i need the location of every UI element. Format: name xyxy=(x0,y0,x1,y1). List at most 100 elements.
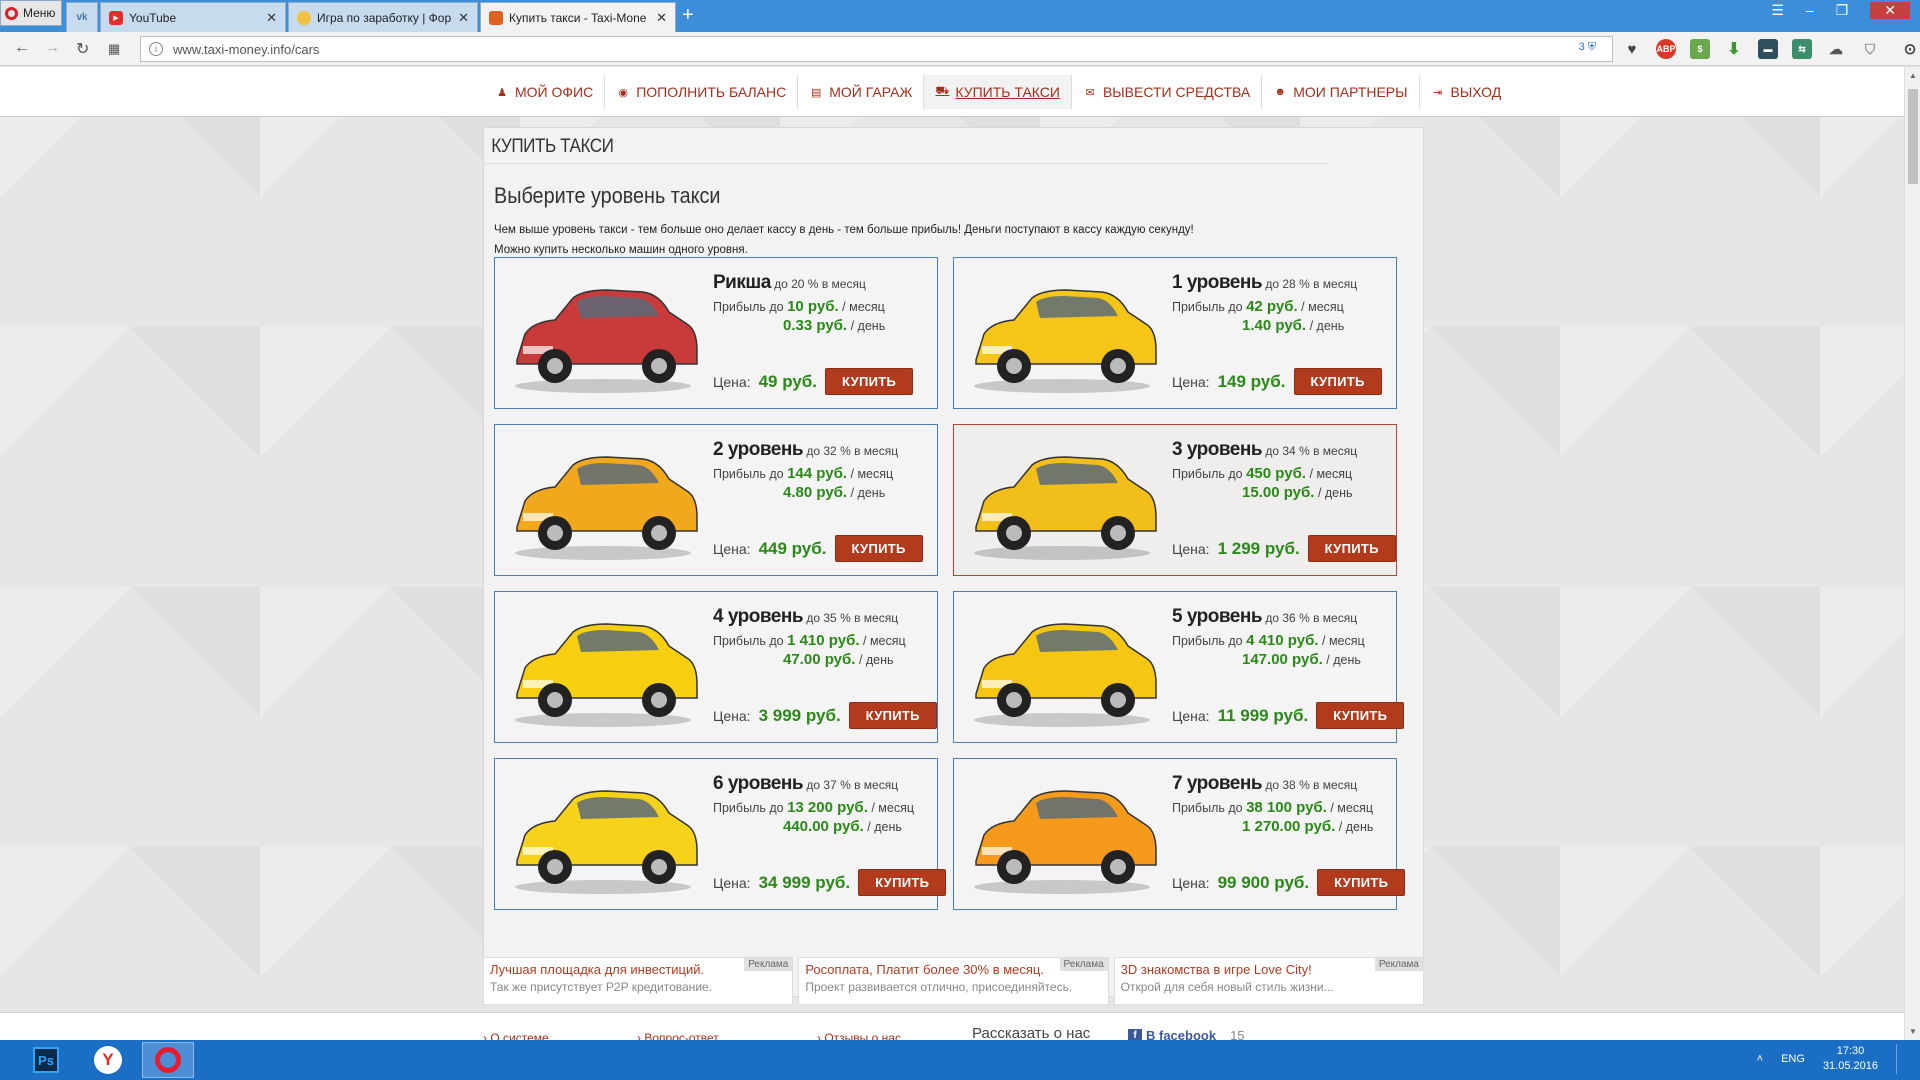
tab-game[interactable]: Игра по заработку | Фор ✕ xyxy=(288,2,478,32)
profit-month: 450 руб. xyxy=(1246,465,1307,482)
per-month-label: в месяц xyxy=(854,611,899,625)
language-indicator[interactable]: ENG xyxy=(1781,1053,1805,1065)
nav-my-office[interactable]: ♟ МОЙ ОФИС xyxy=(484,75,606,109)
close-icon[interactable]: ✕ xyxy=(266,10,277,26)
ad-item[interactable]: Реклама Росоплата, Платит более 30% в ме… xyxy=(798,957,1109,1005)
profit-day: 47.00 руб. xyxy=(783,651,856,668)
extension-icons: ♥ ABP $ ⬇ ▬ ⇆ ☁ ⛉ ⊙ xyxy=(1622,39,1920,59)
ad-item[interactable]: Реклама 3D знакомства в игре Love City! … xyxy=(1113,957,1424,1005)
reload-icon[interactable]: ↻ xyxy=(76,39,89,59)
share-heading: Рассказать о нас xyxy=(972,1025,1091,1040)
show-desktop-button[interactable] xyxy=(1896,1044,1902,1074)
buy-button[interactable]: КУПИТЬ xyxy=(848,702,937,729)
site-info-icon[interactable]: i xyxy=(149,42,163,56)
nav-buy-taxi[interactable]: ⛟ КУПИТЬ ТАКСИ xyxy=(924,75,1072,109)
ad-item[interactable]: Реклама Лучшая площадка для инвестиций. … xyxy=(483,957,794,1005)
tab-vk[interactable]: vk xyxy=(66,2,98,32)
shield-icon[interactable]: ⛉ xyxy=(1860,39,1880,59)
page-description: Чем выше уровень такси - тем больше оно … xyxy=(494,220,1194,260)
taxi-card: 3 уровень до 34 % в месяц Прибыль до 450… xyxy=(953,424,1397,576)
facebook-icon: f xyxy=(1128,1028,1142,1040)
browser-menu-button[interactable]: Меню xyxy=(0,0,62,26)
ad-block: Реклама Лучшая площадка для инвестиций. … xyxy=(483,957,1424,1005)
minimize-icon[interactable]: – xyxy=(1806,2,1814,19)
facebook-share-button[interactable]: f В facebook 15 xyxy=(1128,1028,1245,1040)
address-bar[interactable]: i www.taxi-money.info/cars 3 ⛨ xyxy=(140,36,1613,62)
new-tab-button[interactable]: + xyxy=(682,4,694,27)
window-close-icon[interactable]: ✕ xyxy=(1870,2,1910,19)
speed-dial-icon[interactable]: ▦ xyxy=(108,41,120,57)
per-month-label: в месяц xyxy=(854,444,899,458)
taskbar-yandex[interactable]: Y xyxy=(82,1042,134,1078)
ad-title[interactable]: Росоплата, Платит более 30% в месяц. xyxy=(805,962,1101,977)
adblock-shield-icon[interactable]: 3 ⛨ xyxy=(1579,41,1596,54)
price-label: Цена: xyxy=(1172,874,1210,891)
buy-button[interactable]: КУПИТЬ xyxy=(858,869,947,896)
per-day-label: / день xyxy=(850,486,886,500)
yandex-browser-icon: Y xyxy=(94,1046,122,1074)
footer-link-reviews[interactable]: › Отзывы о нас xyxy=(817,1031,901,1040)
clock[interactable]: 17:30 31.05.2016 xyxy=(1823,1044,1878,1074)
money-extension-icon[interactable]: $ xyxy=(1690,39,1710,59)
vpn-icon[interactable]: ☁ xyxy=(1826,39,1846,59)
buy-button[interactable]: КУПИТЬ xyxy=(1293,368,1382,395)
abp-icon[interactable]: ABP xyxy=(1656,39,1676,59)
downloads-panel-icon[interactable]: ⊙ xyxy=(1900,39,1920,59)
opera-icon xyxy=(155,1047,181,1073)
partners-icon: ☻ xyxy=(1274,86,1286,98)
wallet-icon[interactable]: ▬ xyxy=(1758,39,1778,59)
tab-menu-icon[interactable]: ☰ xyxy=(1771,2,1784,19)
profit-prefix: Прибыль до xyxy=(713,801,784,815)
profit-prefix: Прибыль до xyxy=(1172,634,1243,648)
per-month-short: / месяц xyxy=(871,801,915,815)
ad-text: Проект развивается отлично, присоединяйт… xyxy=(805,980,1073,994)
buy-button[interactable]: КУПИТЬ xyxy=(1307,535,1396,562)
ad-title[interactable]: 3D знакомства в игре Love City! xyxy=(1121,962,1417,977)
footer-link-about[interactable]: › О системе xyxy=(483,1031,549,1040)
taxi-card: 5 уровень до 36 % в месяц Прибыль до 4 4… xyxy=(953,591,1405,743)
taxi-card: 7 уровень до 38 % в месяц Прибыль до 38 … xyxy=(953,758,1406,910)
profit-month: 13 200 руб. xyxy=(787,799,868,816)
scroll-down-icon[interactable]: ▼ xyxy=(1909,1027,1917,1036)
tray-expand-icon[interactable]: ˄ xyxy=(1757,1053,1763,1065)
car-image xyxy=(974,289,1157,393)
back-icon[interactable]: ← xyxy=(14,39,30,57)
nav-exit[interactable]: ⇥ ВЫХОД xyxy=(1420,75,1513,109)
taxi-site-icon xyxy=(489,10,503,25)
nav-my-garage[interactable]: ▤ МОЙ ГАРАЖ xyxy=(798,75,925,109)
translate-icon[interactable]: ⇆ xyxy=(1792,39,1812,59)
nav-my-partners[interactable]: ☻ МОИ ПАРТНЕРЫ xyxy=(1262,75,1420,109)
buy-button[interactable]: КУПИТЬ xyxy=(1317,869,1406,896)
scroll-up-icon[interactable]: ▲ xyxy=(1909,71,1917,80)
price-label: Цена: xyxy=(1172,373,1210,390)
buy-button[interactable]: КУПИТЬ xyxy=(834,535,923,562)
page-scrollbar[interactable]: ▲ ▼ xyxy=(1904,67,1920,1040)
per-day-label: / день xyxy=(1317,486,1353,500)
rate: до 28 % xyxy=(1265,277,1310,291)
level-name: 1 уровень xyxy=(1172,272,1263,293)
close-icon[interactable]: ✕ xyxy=(656,10,667,26)
price-label: Цена: xyxy=(713,707,751,724)
footer-link-faq[interactable]: › Вопрос-ответ xyxy=(637,1031,719,1040)
restore-icon[interactable]: ❐ xyxy=(1836,2,1849,19)
close-icon[interactable]: ✕ xyxy=(458,10,469,26)
per-month-label: в месяц xyxy=(1313,277,1358,291)
tab-taxi-money[interactable]: Купить такси - Taxi-Mone ✕ xyxy=(480,2,676,32)
buy-button[interactable]: КУПИТЬ xyxy=(1316,702,1405,729)
forward-icon[interactable]: → xyxy=(44,39,60,57)
page-title: Выберите уровень такси xyxy=(494,183,721,208)
per-month-label: в месяц xyxy=(854,778,899,792)
taskbar-opera[interactable] xyxy=(142,1042,194,1078)
tab-title: Игра по заработку | Фор xyxy=(317,10,452,25)
price-value: 3 999 руб. xyxy=(758,705,841,725)
download-icon[interactable]: ⬇ xyxy=(1724,39,1744,59)
buy-button[interactable]: КУПИТЬ xyxy=(825,368,914,395)
tab-youtube[interactable]: ▶ YouTube ✕ xyxy=(100,2,286,32)
taskbar-photoshop[interactable]: Ps xyxy=(20,1042,72,1078)
ad-title[interactable]: Лучшая площадка для инвестиций. xyxy=(490,962,786,977)
scroll-thumb[interactable] xyxy=(1908,89,1918,184)
url-text[interactable]: www.taxi-money.info/cars xyxy=(173,42,319,57)
heart-icon[interactable]: ♥ xyxy=(1622,39,1642,59)
nav-top-up-balance[interactable]: ◉ ПОПОЛНИТЬ БАЛАНС xyxy=(605,75,799,109)
nav-withdraw-funds[interactable]: ✉ ВЫВЕСТИ СРЕДСТВА xyxy=(1072,75,1263,109)
